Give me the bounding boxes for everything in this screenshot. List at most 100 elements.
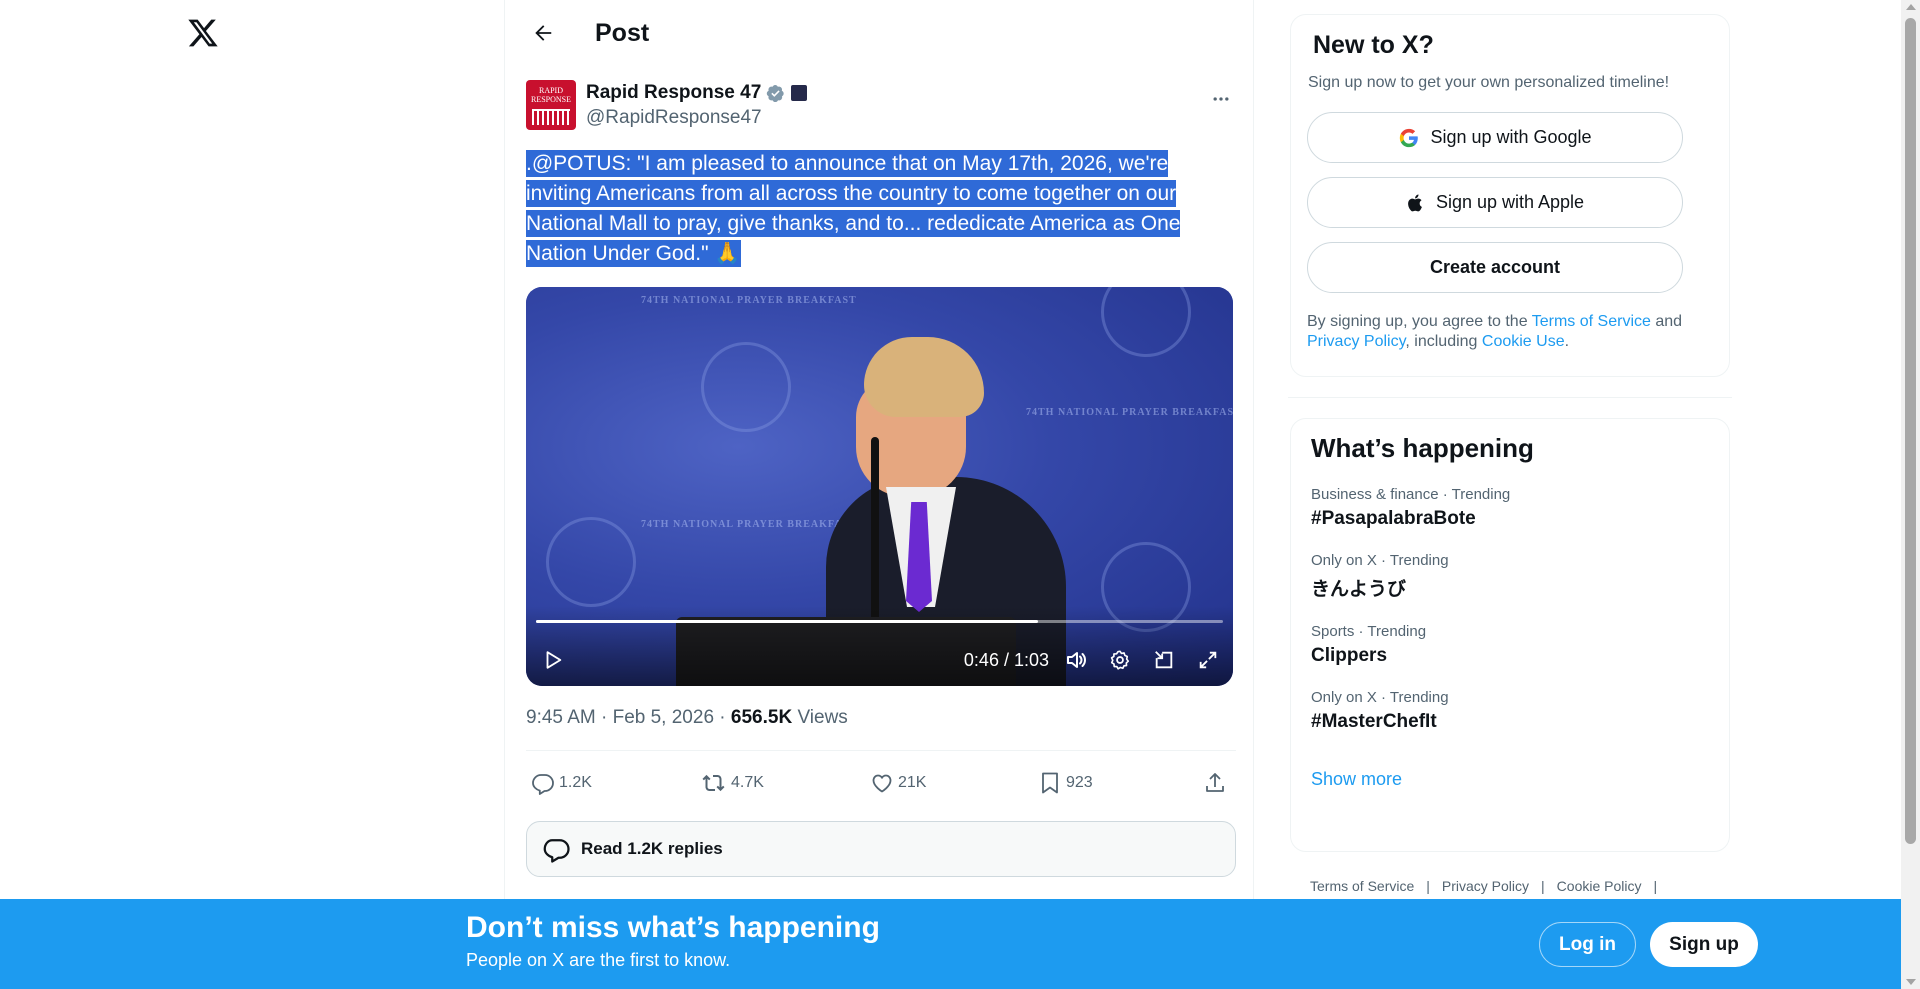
reply-icon	[532, 774, 554, 795]
repost-count: 4.7K	[731, 774, 764, 791]
terms-text: .	[1564, 333, 1570, 350]
apple-icon	[1408, 194, 1422, 211]
post-detail: RAPID RESPONSE Rapid Response 47 @RapidR…	[526, 80, 1236, 877]
trend-name: Clippers	[1311, 645, 1388, 666]
author-name[interactable]: Rapid Response 47	[586, 82, 761, 104]
fullscreen-button[interactable]	[1189, 641, 1227, 679]
cookie-use-link[interactable]: Cookie Use	[1482, 333, 1565, 350]
speaker-hair	[864, 337, 984, 417]
pray-emoji-icon: 🙏	[714, 242, 741, 265]
signup-google-label: Sign up with Google	[1430, 127, 1592, 147]
repost-icon	[702, 774, 725, 792]
footer-cookie-link[interactable]: Cookie Policy	[1557, 878, 1642, 894]
meta-separator: ·	[714, 707, 731, 728]
views-count: 656.5K	[730, 707, 793, 728]
signup-google-button[interactable]: Sign up with Google	[1307, 112, 1683, 163]
microphone-graphic	[871, 437, 879, 627]
post-timestamp[interactable]: 9:45 AM · Feb 5, 2026	[526, 707, 714, 728]
app-root: Post RAPID RESPONSE Rapid Response 47 @R…	[0, 0, 1920, 989]
banner-subtext: People on X are the first to know.	[466, 950, 731, 970]
footer-terms-link[interactable]: Terms of Service	[1310, 878, 1414, 894]
footer-separator: |	[1426, 878, 1430, 894]
trend-name: #PasapalabraBote	[1311, 508, 1476, 529]
video-controls: 0:46 / 1:03	[526, 634, 1233, 686]
page-scrollbar[interactable]	[1901, 0, 1920, 989]
bookmark-count: 923	[1066, 774, 1093, 791]
scroll-down-arrow-icon[interactable]	[1906, 979, 1916, 985]
trend-name: きんようび	[1311, 579, 1407, 600]
play-icon	[546, 651, 562, 669]
author-line: Rapid Response 47	[586, 80, 808, 106]
share-button[interactable]	[1203, 771, 1231, 795]
trend-meta: Business & finance · Trending	[1311, 486, 1511, 503]
footer-links: Terms of Service | Privacy Policy | Cookie…	[1290, 878, 1730, 894]
terms-text: By signing up, you agree to the	[1307, 313, 1532, 330]
x-logo-icon[interactable]	[186, 16, 220, 50]
post-actions: 1.2K 4.7K 21K 923	[526, 763, 1236, 803]
author-info: Rapid Response 47 @RapidResponse47	[586, 80, 808, 132]
trend-item[interactable]: Sports · Trending Clippers	[1311, 623, 1709, 667]
reply-count: 1.2K	[559, 774, 592, 791]
settings-button[interactable]	[1101, 641, 1139, 679]
video-progress-fill	[536, 620, 1038, 623]
like-button[interactable]: 21K	[870, 771, 926, 795]
bookmark-icon	[1042, 772, 1058, 794]
video-player[interactable]: 74TH NATIONAL PRAYER BREAKFAST 74TH NATI…	[526, 287, 1233, 686]
signup-apple-button[interactable]: Sign up with Apple	[1307, 177, 1683, 228]
play-button[interactable]	[534, 641, 572, 679]
scrollbar-thumb[interactable]	[1905, 18, 1916, 844]
google-icon	[1400, 128, 1419, 147]
video-banner-text: 74TH NATIONAL PRAYER BREAKFAST	[641, 519, 857, 530]
avatar-building-graphic	[532, 109, 570, 125]
picture-in-picture-icon	[1155, 651, 1173, 669]
divider	[526, 750, 1236, 751]
read-replies-button[interactable]: Read 1.2K replies	[526, 821, 1236, 877]
more-dots-icon	[1213, 97, 1229, 101]
footer-privacy-link[interactable]: Privacy Policy	[1442, 878, 1529, 894]
repost-button[interactable]: 4.7K	[701, 771, 764, 795]
more-options-button[interactable]	[1206, 84, 1236, 114]
video-banner-text: 74TH NATIONAL PRAYER BREAKFAST	[641, 295, 857, 306]
mention-link[interactable]: .@POTUS	[526, 152, 626, 175]
login-button[interactable]: Log in	[1539, 922, 1636, 967]
trend-item[interactable]: Only on X · Trending きんようび	[1311, 552, 1709, 601]
video-time: 0:46 / 1:03	[963, 649, 1049, 670]
pip-button[interactable]	[1145, 641, 1183, 679]
footer-separator: |	[1653, 878, 1658, 894]
volume-button[interactable]	[1057, 641, 1095, 679]
bookmark-button[interactable]: 923	[1038, 771, 1093, 795]
read-replies-label: Read 1.2K replies	[581, 839, 723, 858]
share-icon	[1206, 773, 1224, 792]
gear-icon	[1110, 650, 1130, 670]
create-account-button[interactable]: Create account	[1307, 242, 1683, 293]
post-text: .@POTUS: "I am pleased to announce that …	[526, 149, 1226, 269]
signup-terms: By signing up, you agree to the Terms of…	[1307, 312, 1707, 352]
signup-subtitle: Sign up now to get your own personalized…	[1308, 74, 1670, 91]
reply-button[interactable]: 1.2K	[531, 771, 592, 795]
video-progress-bar[interactable]	[536, 620, 1223, 623]
banner-heading: Don’t miss what’s happening	[466, 911, 880, 944]
heart-icon	[872, 774, 892, 793]
trends-title: What’s happening	[1311, 433, 1534, 463]
privacy-policy-link[interactable]: Privacy Policy	[1307, 333, 1405, 350]
signup-apple-label: Sign up with Apple	[1435, 192, 1585, 212]
verified-badge-icon	[766, 84, 785, 103]
post-header: Post	[505, 0, 1253, 66]
trend-name: #MasterChefIt	[1311, 711, 1437, 732]
back-button[interactable]	[525, 15, 561, 51]
avatar[interactable]: RAPID RESPONSE	[526, 80, 576, 130]
footer-separator: |	[1541, 878, 1545, 894]
author-handle[interactable]: @RapidResponse47	[586, 107, 807, 129]
signup-banner: Don’t miss what’s happening People on X …	[0, 899, 1901, 989]
signup-button[interactable]: Sign up	[1650, 922, 1758, 967]
post-meta: 9:45 AM · Feb 5, 2026 · 656.5K Views	[526, 707, 848, 729]
trend-item[interactable]: Business & finance · Trending #Pasapalab…	[1311, 486, 1709, 530]
trend-item[interactable]: Only on X · Trending #MasterChefIt	[1311, 689, 1709, 733]
arrow-left-icon	[535, 25, 552, 41]
page-title: Post	[595, 18, 650, 47]
show-more-link[interactable]: Show more	[1311, 769, 1709, 790]
post-author: RAPID RESPONSE Rapid Response 47 @RapidR…	[526, 80, 1236, 132]
terms-of-service-link[interactable]: Terms of Service	[1532, 313, 1651, 330]
trend-meta: Sports · Trending	[1311, 623, 1427, 640]
scroll-up-arrow-icon[interactable]	[1906, 4, 1916, 10]
